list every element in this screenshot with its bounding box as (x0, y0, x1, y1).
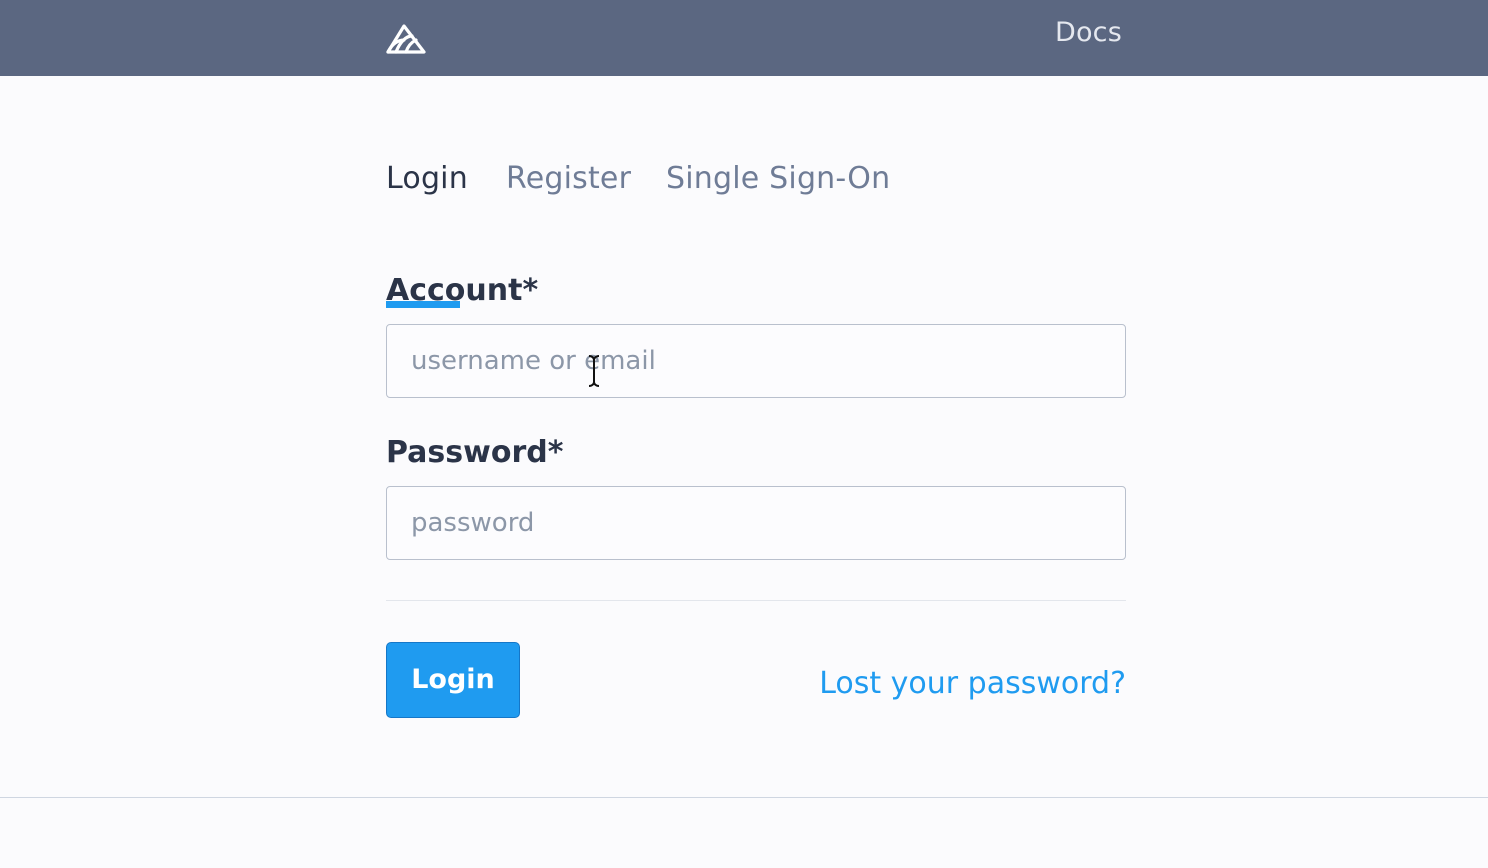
footer-divider (0, 797, 1488, 798)
sentry-logo-icon[interactable] (386, 18, 430, 56)
account-input[interactable] (386, 324, 1126, 398)
tab-login[interactable]: Login (386, 156, 468, 202)
form-divider (386, 600, 1126, 601)
password-label: Password* (386, 435, 564, 470)
lost-password-link[interactable]: Lost your password? (819, 664, 1126, 704)
password-input[interactable] (386, 486, 1126, 560)
tab-register[interactable]: Register (506, 156, 631, 202)
tab-single-sign-on[interactable]: Single Sign-On (666, 156, 890, 202)
docs-link[interactable]: Docs (1055, 15, 1122, 51)
login-button[interactable]: Login (386, 642, 520, 718)
auth-tabs: Login Register Single Sign-On (386, 156, 1126, 308)
top-navbar: Docs (0, 0, 1488, 76)
text-cursor-icon (588, 355, 600, 387)
account-label: Account* (386, 273, 539, 308)
